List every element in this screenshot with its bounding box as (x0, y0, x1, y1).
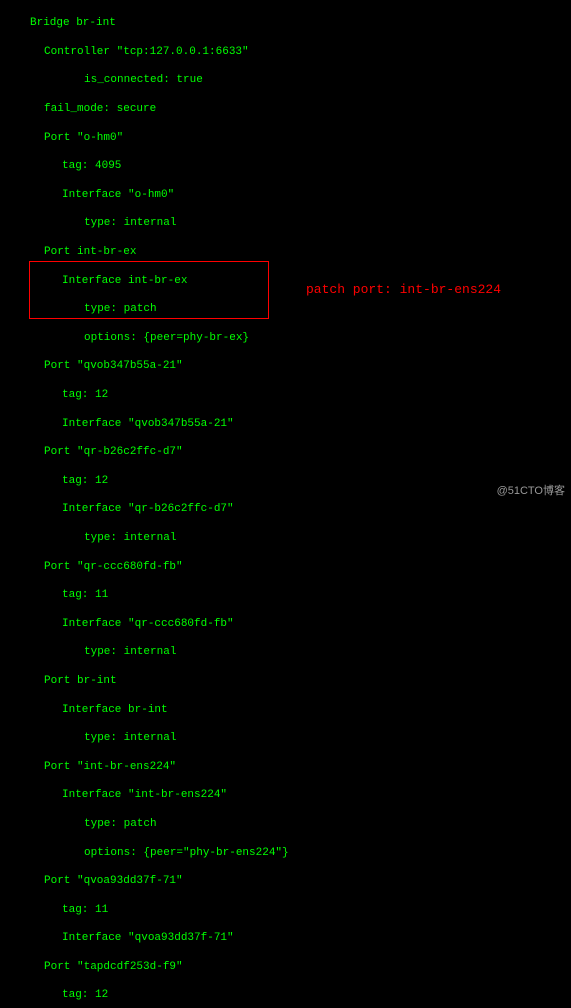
interface-name: Interface "o-hm0" (4, 188, 567, 202)
interface-options: options: {peer=phy-br-ex} (4, 331, 567, 345)
port-tag: tag: 11 (4, 903, 567, 917)
port-name: Port int-br-ex (4, 245, 567, 259)
interface-name: Interface br-int (4, 703, 567, 717)
watermark: @51CTO博客 (497, 484, 565, 498)
interface-type: type: patch (4, 817, 567, 831)
port-name: Port "o-hm0" (4, 131, 567, 145)
port-name: Port "qvoa93dd37f-71" (4, 874, 567, 888)
annotation-label: patch port: int-br-ens224 (306, 282, 501, 299)
bridge-name: Bridge br-int (4, 16, 567, 30)
interface-name: Interface "int-br-ens224" (4, 788, 567, 802)
interface-name: Interface "qvoa93dd37f-71" (4, 931, 567, 945)
interface-name: Interface "qr-b26c2ffc-d7" (4, 502, 567, 516)
port-name: Port br-int (4, 674, 567, 688)
interface-type: type: internal (4, 731, 567, 745)
fail-mode-line: fail_mode: secure (4, 102, 567, 116)
port-tag: tag: 11 (4, 588, 567, 602)
port-tag: tag: 12 (4, 474, 567, 488)
is-connected-line: is_connected: true (4, 73, 567, 87)
port-name: Port "int-br-ens224" (4, 760, 567, 774)
interface-name: Interface "qr-ccc680fd-fb" (4, 617, 567, 631)
port-name: Port "qvob347b55a-21" (4, 359, 567, 373)
interface-options: options: {peer="phy-br-ens224"} (4, 846, 567, 860)
controller-line: Controller "tcp:127.0.0.1:6633" (4, 45, 567, 59)
port-name: Port "qr-b26c2ffc-d7" (4, 445, 567, 459)
port-tag: tag: 12 (4, 388, 567, 402)
port-name: Port "qr-ccc680fd-fb" (4, 560, 567, 574)
port-tag: tag: 12 (4, 988, 567, 1002)
interface-type: type: internal (4, 531, 567, 545)
terminal-output: Bridge br-int Controller "tcp:127.0.0.1:… (0, 0, 571, 1008)
port-tag: tag: 4095 (4, 159, 567, 173)
interface-type: type: internal (4, 216, 567, 230)
interface-type: type: patch (4, 302, 567, 316)
port-name: Port "tapdcdf253d-f9" (4, 960, 567, 974)
interface-name: Interface "qvob347b55a-21" (4, 417, 567, 431)
interface-type: type: internal (4, 645, 567, 659)
